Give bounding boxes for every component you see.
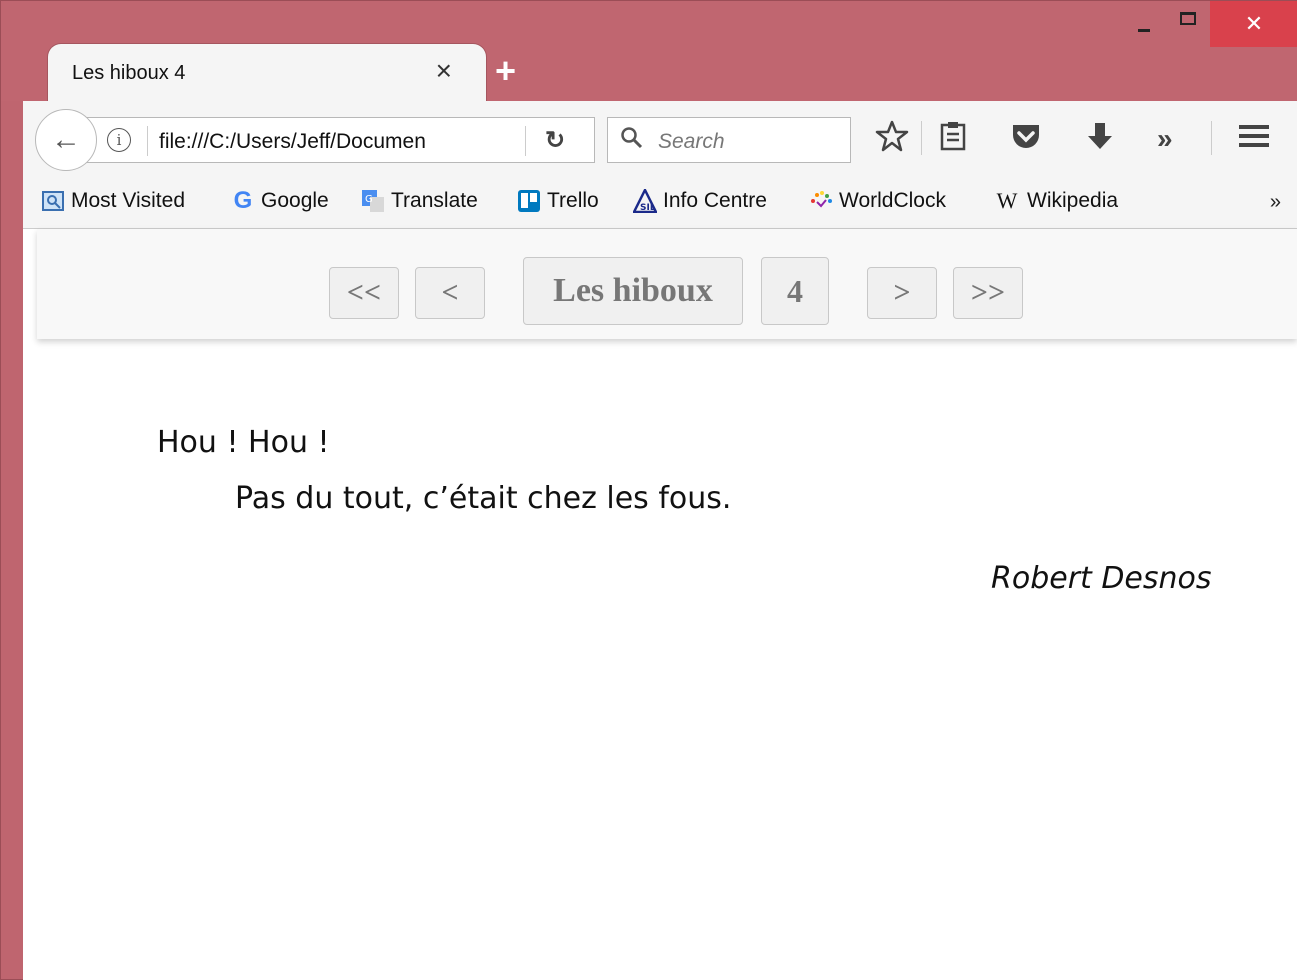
last-page-button[interactable]: >> [953,267,1023,319]
tab-title: Les hiboux 4 [72,62,186,84]
back-button[interactable]: ← [35,109,97,171]
tab-active[interactable]: Les hiboux 4 × [47,43,487,101]
poem-line-2: Pas du tout, c’était chez les fous. [235,481,732,516]
bookmark-translate[interactable]: G Translate [361,189,478,213]
bookmarks-bar: Most Visited G Google G Translate Trello… [23,177,1297,229]
bookmark-label: Wikipedia [1027,189,1119,212]
new-tab-icon[interactable]: + [495,53,516,89]
toolbar-divider [1211,121,1212,155]
url-bar[interactable]: i file:///C:/Users/Jeff/Documen ↻ [83,117,595,163]
menu-icon[interactable] [1237,119,1271,153]
translate-icon: G [362,190,384,212]
navigation-toolbar: i file:///C:/Users/Jeff/Documen ↻ ← Sear… [23,101,1297,177]
svg-text:G: G [365,194,373,205]
tab-close-icon[interactable]: × [436,56,452,86]
google-icon: G [233,187,253,214]
minimize-button[interactable] [1122,1,1166,47]
bookmark-label: Translate [391,189,478,212]
page-number[interactable]: 4 [761,257,829,325]
search-placeholder: Search [658,130,725,153]
bookmark-label: Info Centre [663,189,767,212]
bookmark-info-centre[interactable]: SIL Info Centre [633,189,767,213]
bookmark-worldclock[interactable]: WorldClock [809,189,946,213]
most-visited-icon [42,191,64,211]
title-bar: Les hiboux 4 × + ✕ [1,1,1297,101]
download-icon[interactable] [1085,119,1115,153]
bookmark-star-icon[interactable] [875,119,909,153]
url-divider [147,126,148,156]
info-centre-icon: SIL [633,189,657,213]
bookmark-label: Trello [547,189,599,212]
overflow-chevron-icon[interactable]: » [1157,119,1173,159]
poem-author: Robert Desnos [991,561,1212,596]
info-icon[interactable]: i [107,128,131,152]
bookmark-wikipedia[interactable]: W Wikipedia [993,189,1118,213]
page-title-button[interactable]: Les hiboux [523,257,743,325]
worldclock-icon [811,191,832,208]
page-content: << < Les hiboux 4 > >> Hou ! Hou ! Pas d… [23,229,1297,980]
next-page-button[interactable]: > [867,267,937,319]
bookmark-label: Most Visited [71,189,185,212]
bookmark-label: Google [261,189,329,212]
reload-icon[interactable]: ↻ [545,126,565,155]
maximize-icon [1180,11,1196,25]
window-controls: ✕ [1122,1,1297,47]
url-text[interactable]: file:///C:/Users/Jeff/Documen [159,130,479,154]
search-icon [621,127,643,149]
bookmark-google[interactable]: G Google [231,189,329,213]
prev-page-button[interactable]: < [415,267,485,319]
first-page-button[interactable]: << [329,267,399,319]
reload-divider [525,126,526,156]
poem-line-1: Hou ! Hou ! [157,425,330,460]
toolbar-divider [921,121,922,155]
close-icon: ✕ [1244,11,1264,36]
reading-list-icon[interactable] [937,119,969,153]
bookmarks-overflow-icon[interactable]: » [1270,191,1281,214]
maximize-button[interactable] [1166,1,1210,47]
bookmark-label: WorldClock [839,189,946,212]
bookmark-trello[interactable]: Trello [517,189,599,213]
search-input[interactable]: Search [607,117,851,163]
svg-text:SIL: SIL [640,203,656,213]
close-window-button[interactable]: ✕ [1210,1,1297,47]
trello-icon [518,190,540,212]
wikipedia-icon: W [996,188,1018,213]
back-arrow-icon: ← [51,123,81,156]
pager-bar: << < Les hiboux 4 > >> [37,229,1297,339]
bookmark-most-visited[interactable]: Most Visited [41,189,185,213]
pocket-icon[interactable] [1009,119,1043,153]
browser-window: Les hiboux 4 × + ✕ i file:///C:/Users/Je… [0,0,1297,980]
minimize-icon [1138,28,1150,32]
